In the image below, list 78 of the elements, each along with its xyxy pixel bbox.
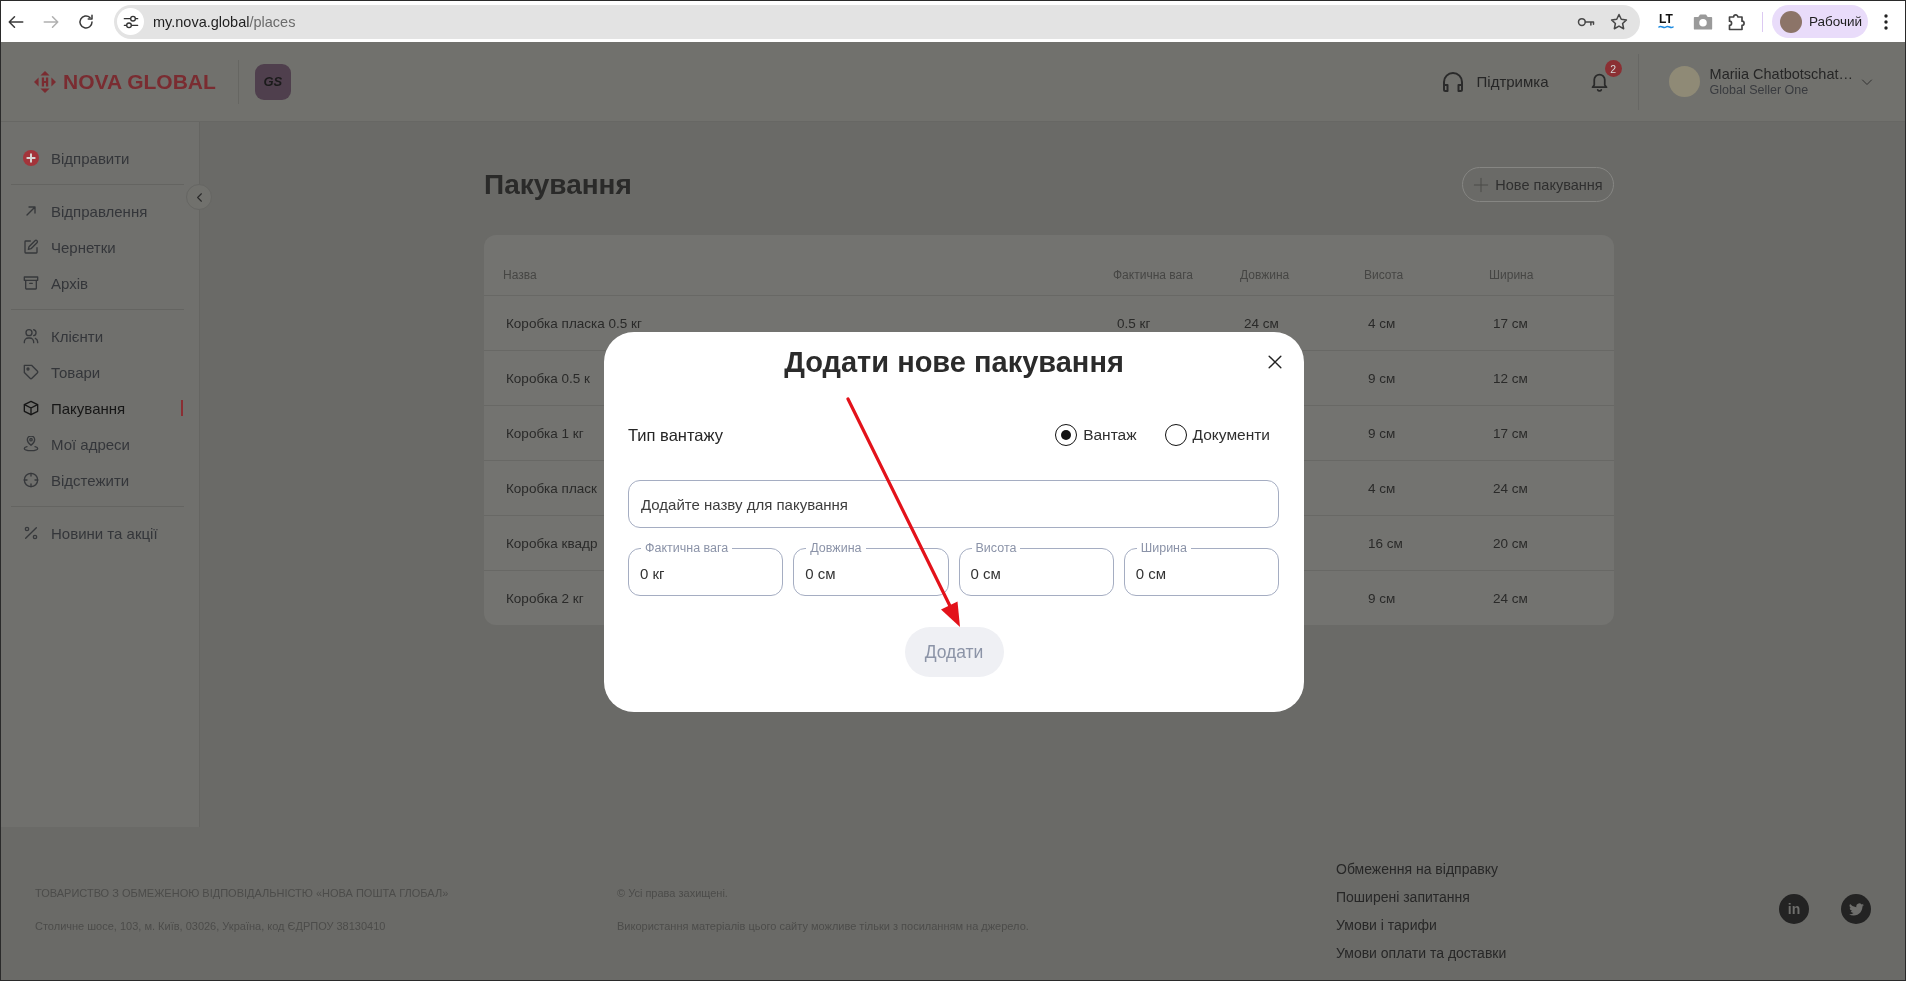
chevron-left-icon [194, 192, 204, 202]
tag-icon [23, 364, 39, 380]
table-cell: 20 см [1493, 535, 1528, 551]
sidebar-item[interactable]: Відстежити [11, 462, 184, 498]
sidebar-item[interactable]: Клієнти [11, 318, 184, 354]
site-settings-button[interactable] [117, 8, 144, 35]
footer-link[interactable]: Поширені запитання [1336, 883, 1470, 911]
table-cell: Коробка пласк [506, 480, 597, 496]
table-cell: 24 см [1244, 315, 1279, 331]
plus-circle-icon [23, 150, 39, 166]
menu-icon[interactable] [1884, 13, 1888, 30]
dimension-field[interactable]: Фактична вага 0 кг [628, 541, 784, 596]
sidebar-item[interactable]: Пакування [11, 390, 184, 426]
sidebar-item[interactable]: Новини та акції [11, 515, 184, 551]
puzzle-icon[interactable] [1727, 11, 1747, 32]
address-bar[interactable]: my.nova.global/places [114, 4, 1640, 39]
table-cell: Коробка квадр [506, 535, 598, 551]
user-name[interactable]: Mariia Chatbotschat… [1709, 65, 1853, 83]
avatar-icon [1780, 10, 1802, 33]
table-cell: 16 см [1368, 535, 1403, 551]
table-cell: 12 см [1493, 370, 1528, 386]
crosshair-icon [23, 472, 39, 488]
footer-link[interactable]: Умови і тарифи [1336, 911, 1437, 939]
edit-icon [23, 239, 39, 255]
reload-icon [77, 12, 95, 31]
cargo-type-label: Тип вантажу [628, 425, 723, 445]
bird-icon [1848, 901, 1864, 917]
table-cell: Коробка пласка 0.5 кг [506, 315, 642, 331]
table-cell: 24 см [1493, 480, 1528, 496]
location-pin-icon [23, 436, 39, 452]
table-cell: 17 см [1493, 425, 1528, 441]
dimension-field[interactable]: Висота 0 см [958, 541, 1114, 596]
people-icon [23, 328, 39, 344]
table-cell: 9 см [1368, 590, 1396, 606]
table-cell: 9 см [1368, 370, 1396, 386]
sidebar-item[interactable]: Товари [11, 354, 184, 390]
social-link[interactable] [1841, 894, 1871, 924]
sidebar-item[interactable]: Чернетки [11, 229, 184, 265]
table-cell: 9 см [1368, 425, 1396, 441]
close-icon [1268, 355, 1282, 369]
radio-option[interactable]: Вантаж [1055, 424, 1137, 446]
sidebar-item[interactable]: Відправлення [11, 193, 184, 229]
sidebar-item[interactable]: Відправити [11, 140, 184, 176]
active-indicator [181, 400, 183, 416]
box-icon [23, 400, 39, 416]
sidebar-item[interactable]: Архів [11, 265, 184, 301]
wave-icon [1658, 25, 1674, 29]
table-cell: Коробка 1 кг [506, 425, 584, 441]
page-title: Пакування [484, 168, 632, 201]
table-cell: 17 см [1493, 315, 1528, 331]
table-cell: Коробка 0.5 к [506, 370, 590, 386]
table-cell: 24 см [1493, 590, 1528, 606]
sliders-icon [122, 13, 139, 30]
archive-box-icon [23, 275, 39, 291]
support-link[interactable]: Підтримка [1438, 69, 1549, 94]
table-cell: Коробка 2 кг [506, 590, 584, 606]
dimension-field[interactable]: Довжина 0 см [793, 541, 949, 596]
footer-link[interactable]: Умови оплати та доставки [1336, 939, 1507, 967]
notification-badge: 2 [1604, 60, 1622, 77]
name-field[interactable]: Додайте назву для пакування [628, 480, 1279, 528]
table-cell: 4 см [1368, 480, 1396, 496]
dimension-field[interactable]: Ширина 0 см [1123, 541, 1279, 596]
star-icon[interactable] [1610, 12, 1628, 31]
extension-button[interactable]: LT [1653, 8, 1679, 35]
percent-icon [23, 525, 39, 541]
url-text[interactable]: my.nova.global/places [153, 13, 296, 30]
modal-title: Додати нове пакування [784, 345, 1124, 379]
plus-icon [1473, 176, 1490, 193]
footer-link[interactable]: Обмеження на відправку [1336, 855, 1498, 883]
sidebar-item[interactable]: Мої адреси [11, 426, 184, 462]
table-cell: 4 см [1368, 315, 1396, 331]
profile-button[interactable]: Рабочий [1772, 5, 1868, 38]
radio-option[interactable]: Документи [1164, 424, 1270, 446]
user-role: Global Seller One [1709, 82, 1809, 98]
social-link[interactable]: in [1779, 894, 1809, 924]
logo-text[interactable]: NOVA GLOBAL [63, 69, 216, 94]
table-cell: 0.5 кг [1117, 315, 1151, 331]
logo-icon [34, 70, 56, 93]
